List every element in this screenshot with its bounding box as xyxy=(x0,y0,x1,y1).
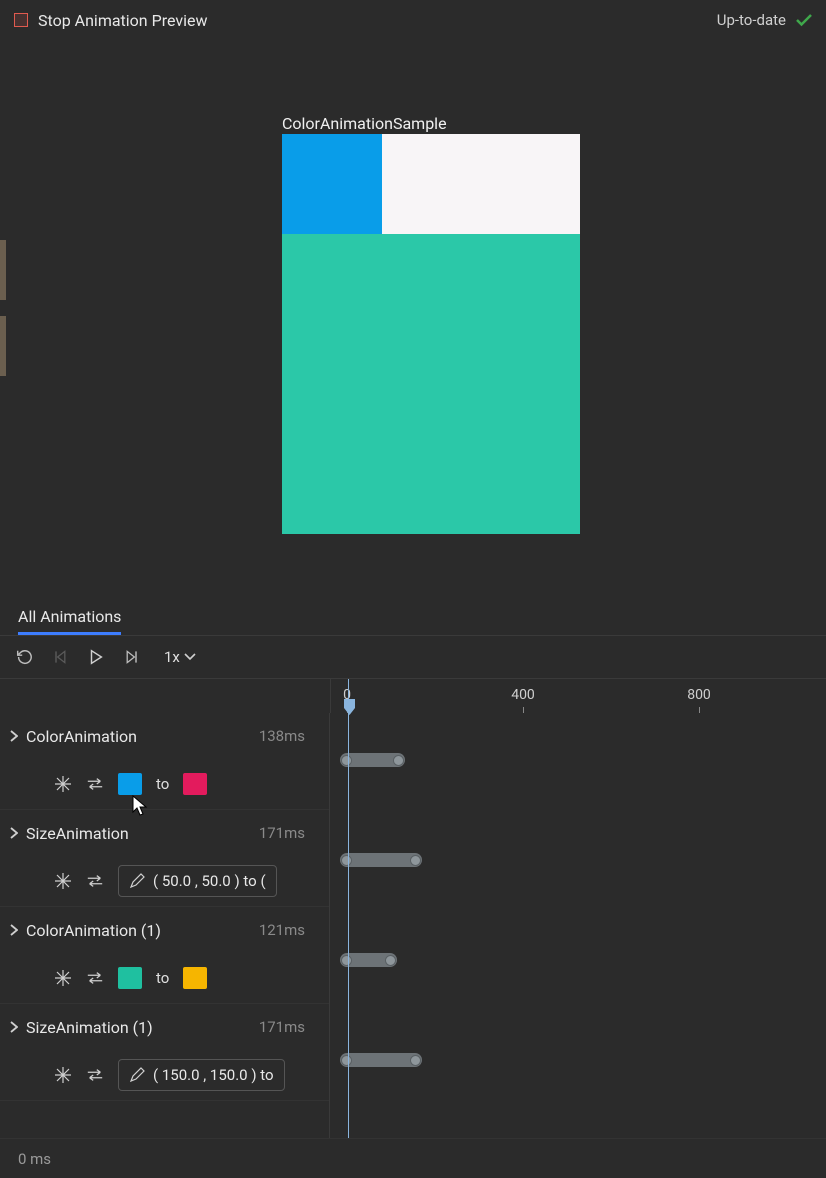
stop-icon[interactable] xyxy=(14,13,28,27)
row-header[interactable]: ColorAnimation 138ms xyxy=(0,713,329,759)
freeze-icon[interactable] xyxy=(54,775,72,793)
value-field[interactable]: ( 150.0 , 150.0 ) to xyxy=(118,1059,285,1091)
to-color-swatch[interactable] xyxy=(183,773,207,795)
swap-icon[interactable] xyxy=(86,872,104,890)
bar-end-handle[interactable] xyxy=(385,955,396,966)
bar-start-handle[interactable] xyxy=(341,955,352,966)
track-bars[interactable] xyxy=(330,713,826,1138)
status-text: Up-to-date xyxy=(717,11,786,29)
animation-row: SizeAnimation 171ms ( 50.0 , 50.0 ) to ( xyxy=(0,810,329,907)
bar-end-handle[interactable] xyxy=(410,1055,421,1066)
row-detail: ( 150.0 , 150.0 ) to xyxy=(0,1050,329,1100)
swap-icon[interactable] xyxy=(86,969,104,987)
from-color-swatch[interactable] xyxy=(118,967,142,989)
row-duration: 138ms xyxy=(259,727,305,745)
row-name: SizeAnimation xyxy=(26,824,129,843)
speed-label: 1x xyxy=(164,648,180,666)
row-name: SizeAnimation (1) xyxy=(26,1018,153,1037)
mouse-cursor-icon xyxy=(132,795,150,817)
value-text: ( 150.0 , 150.0 ) to xyxy=(153,1066,274,1084)
tick-label: 400 xyxy=(511,687,535,703)
chevron-right-icon[interactable] xyxy=(10,924,18,936)
animation-row: SizeAnimation (1) 171ms ( 150.0 , 150.0 … xyxy=(0,1004,329,1101)
bar-start-handle[interactable] xyxy=(341,755,352,766)
left-edge-hint xyxy=(0,316,6,376)
tick-label: 800 xyxy=(687,687,711,703)
tab-all-animations[interactable]: All Animations xyxy=(18,607,121,635)
step-back-icon[interactable] xyxy=(50,647,70,667)
freeze-icon[interactable] xyxy=(54,1066,72,1084)
row-duration: 171ms xyxy=(259,824,305,842)
bar-start-handle[interactable] xyxy=(341,1055,352,1066)
check-icon xyxy=(796,13,812,27)
footer-time: 0 ms xyxy=(18,1150,51,1168)
timeline-bar[interactable] xyxy=(340,1053,422,1067)
track-list: ColorAnimation 138ms to xyxy=(0,713,330,1138)
row-duration: 171ms xyxy=(259,1018,305,1036)
step-forward-icon[interactable] xyxy=(122,647,142,667)
controls-row: 1x xyxy=(0,636,826,678)
preview-blue-box xyxy=(282,134,382,234)
swap-icon[interactable] xyxy=(86,1066,104,1084)
row-detail: to xyxy=(0,759,329,809)
playhead[interactable] xyxy=(348,679,349,1138)
chevron-right-icon[interactable] xyxy=(10,1021,18,1033)
preview-area: ColorAnimationSample xyxy=(0,40,826,600)
freeze-icon[interactable] xyxy=(54,969,72,987)
preview-canvas xyxy=(282,134,580,534)
animation-row: ColorAnimation (1) 121ms to xyxy=(0,907,329,1004)
restart-icon[interactable] xyxy=(14,647,34,667)
row-detail: to xyxy=(0,953,329,1003)
chevron-down-icon xyxy=(184,653,196,661)
track-area: ColorAnimation 138ms to xyxy=(0,713,826,1138)
freeze-icon[interactable] xyxy=(54,872,72,890)
swap-icon[interactable] xyxy=(86,775,104,793)
chevron-right-icon[interactable] xyxy=(10,827,18,839)
from-color-swatch[interactable] xyxy=(118,773,142,795)
bar-end-handle[interactable] xyxy=(393,755,404,766)
row-duration: 121ms xyxy=(259,921,305,939)
bar-end-handle[interactable] xyxy=(410,855,421,866)
row-header[interactable]: SizeAnimation 171ms xyxy=(0,810,329,856)
row-name: ColorAnimation (1) xyxy=(26,921,161,940)
play-icon[interactable] xyxy=(86,647,106,667)
value-text: ( 50.0 , 50.0 ) to ( xyxy=(153,872,266,890)
pencil-icon xyxy=(129,1067,145,1083)
playhead-handle-icon[interactable] xyxy=(344,699,355,715)
timeline-footer: 0 ms xyxy=(0,1138,826,1178)
left-edge-hint xyxy=(0,240,6,300)
timeline-bar[interactable] xyxy=(340,753,405,767)
chevron-right-icon[interactable] xyxy=(10,730,18,742)
to-color-swatch[interactable] xyxy=(183,967,207,989)
value-field[interactable]: ( 50.0 , 50.0 ) to ( xyxy=(118,865,277,897)
to-label: to xyxy=(156,969,169,987)
timeline: 0 400 800 ColorAnim xyxy=(0,678,826,1178)
row-header[interactable]: SizeAnimation (1) 171ms xyxy=(0,1004,329,1050)
row-name: ColorAnimation xyxy=(26,727,137,746)
timeline-ruler[interactable]: 0 400 800 xyxy=(330,679,826,713)
preview-title: ColorAnimationSample xyxy=(282,114,447,133)
to-label: to xyxy=(156,775,169,793)
animation-row: ColorAnimation 138ms to xyxy=(0,713,329,810)
topbar-title[interactable]: Stop Animation Preview xyxy=(38,11,208,30)
bar-start-handle[interactable] xyxy=(341,855,352,866)
timeline-bar[interactable] xyxy=(340,853,422,867)
speed-dropdown[interactable]: 1x xyxy=(164,648,196,666)
tab-row: All Animations xyxy=(0,600,826,636)
row-header[interactable]: ColorAnimation (1) 121ms xyxy=(0,907,329,953)
row-detail: ( 50.0 , 50.0 ) to ( xyxy=(0,856,329,906)
top-bar: Stop Animation Preview Up-to-date xyxy=(0,0,826,40)
pencil-icon xyxy=(129,873,145,889)
